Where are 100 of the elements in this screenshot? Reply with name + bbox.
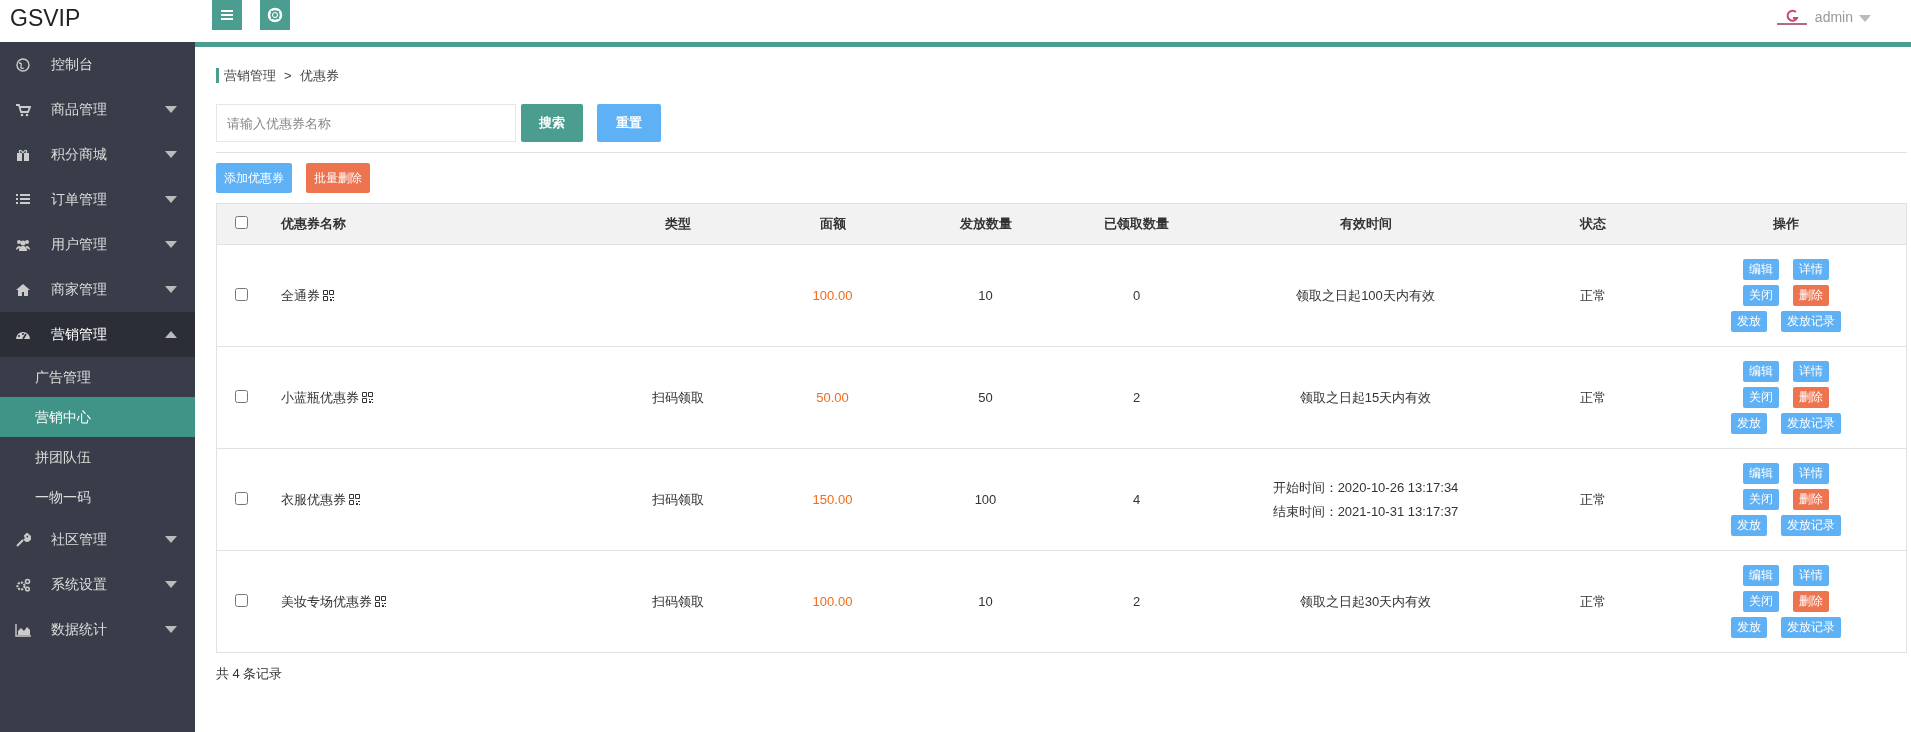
qr-code-icon[interactable] — [374, 596, 386, 607]
action-button[interactable]: 发放记录 — [1781, 413, 1842, 434]
reset-button[interactable]: 重置 — [597, 104, 661, 142]
sidebar-item[interactable]: 商品管理 — [0, 87, 195, 132]
column-header: 发放数量 — [959, 216, 1012, 231]
breadcrumb-item[interactable]: 优惠券 — [299, 66, 339, 85]
action-button[interactable]: 编辑 — [1743, 259, 1780, 280]
action-button[interactable]: 详情 — [1793, 565, 1830, 586]
sidebar-item[interactable]: 营销管理 — [0, 312, 195, 357]
coupon-name: 美妆专场优惠券 — [280, 592, 372, 611]
action-button[interactable]: 关闭 — [1743, 285, 1780, 306]
table-cell: 0 — [1132, 288, 1141, 303]
caret-icon — [165, 286, 177, 293]
qr-code-icon[interactable] — [348, 494, 360, 505]
sidebar-item[interactable]: 用户管理 — [0, 222, 195, 267]
sidebar-item[interactable]: 商家管理 — [0, 267, 195, 312]
validity-text: 领取之日起15天内有效 — [1299, 388, 1432, 407]
amount-text: 100.00 — [812, 288, 853, 303]
search-button[interactable]: 搜索 — [521, 104, 583, 142]
area-chart-icon — [15, 621, 31, 638]
menu-icon — [221, 10, 233, 20]
caret-icon — [1859, 15, 1871, 22]
row-checkbox[interactable] — [234, 287, 248, 301]
table-cell: 4 — [1132, 492, 1141, 507]
breadcrumb-separator: > — [284, 68, 292, 83]
table-cell: 2 — [1132, 390, 1141, 405]
globe-icon — [15, 56, 31, 73]
sidebar-item[interactable]: 控制台 — [0, 42, 195, 87]
caret-icon — [165, 581, 177, 588]
action-button[interactable]: 关闭 — [1743, 591, 1780, 612]
sidebar-subitem[interactable]: 一物一码 — [0, 477, 195, 517]
add-coupon-button[interactable]: 添加优惠券 — [216, 163, 292, 193]
action-button[interactable]: 发放记录 — [1781, 311, 1842, 332]
action-button[interactable]: 发放 — [1731, 413, 1768, 434]
action-button[interactable]: 编辑 — [1743, 361, 1780, 382]
table-cell: 2 — [1132, 594, 1141, 609]
table-cell: 扫码领取 — [651, 491, 704, 507]
gears-icon — [15, 576, 31, 593]
caret-icon — [165, 106, 177, 113]
status-text: 正常 — [1579, 389, 1606, 405]
table-cell: 10 — [978, 594, 993, 609]
cart-icon — [15, 101, 31, 118]
caret-icon — [165, 536, 177, 543]
qr-code-icon[interactable] — [361, 392, 373, 403]
help-button[interactable] — [260, 0, 290, 30]
action-button[interactable]: 发放 — [1731, 617, 1768, 638]
sidebar-subitem[interactable]: 拼团队伍 — [0, 437, 195, 477]
row-checkbox[interactable] — [234, 593, 248, 607]
status-text: 正常 — [1579, 287, 1606, 303]
delete-button[interactable]: 删除 — [1793, 489, 1830, 510]
column-header: 面额 — [819, 216, 846, 231]
sidebar-subitem[interactable]: 营销中心 — [0, 397, 195, 437]
validity-text: 开始时间：2020-10-26 13:17:34 — [1272, 478, 1459, 497]
search-field[interactable]: 请输入优惠券名称 — [216, 104, 516, 142]
validity-text: 结束时间：2021-10-31 13:17:37 — [1272, 502, 1459, 521]
breadcrumb-item[interactable]: 营销管理 — [224, 66, 276, 85]
lifebuoy-icon — [267, 7, 283, 23]
delete-button[interactable]: 删除 — [1793, 591, 1830, 612]
amount-text: 50.00 — [816, 390, 849, 405]
action-button[interactable]: 详情 — [1793, 463, 1830, 484]
column-header: 操作 — [1773, 216, 1800, 231]
select-all-checkbox[interactable] — [234, 216, 248, 229]
action-button[interactable]: 发放记录 — [1781, 617, 1842, 638]
sidebar-item[interactable]: 订单管理 — [0, 177, 195, 222]
table-cell: 50 — [978, 390, 993, 405]
table-cell: 10 — [978, 288, 993, 303]
row-checkbox[interactable] — [234, 491, 248, 505]
record-count: 共 4 条记录 — [216, 665, 284, 683]
action-button[interactable]: 发放 — [1731, 515, 1768, 536]
status-text: 正常 — [1579, 491, 1606, 507]
row-checkbox[interactable] — [234, 389, 248, 403]
action-button[interactable]: 详情 — [1793, 259, 1830, 280]
column-header: 类型 — [664, 216, 691, 231]
batch-delete-button[interactable]: 批量删除 — [306, 163, 370, 193]
sidebar-item[interactable]: 数据统计 — [0, 607, 195, 652]
action-button[interactable]: 关闭 — [1743, 387, 1780, 408]
column-header: 有效时间 — [1339, 216, 1392, 231]
action-button[interactable]: 发放 — [1731, 311, 1768, 332]
action-button[interactable]: 编辑 — [1743, 565, 1780, 586]
sidebar-item[interactable]: 积分商城 — [0, 132, 195, 177]
delete-button[interactable]: 删除 — [1793, 387, 1830, 408]
caret-icon — [165, 196, 177, 203]
action-button[interactable]: 发放记录 — [1781, 515, 1842, 536]
table-cell: 扫码领取 — [651, 593, 704, 609]
amount-text: 150.00 — [812, 492, 853, 507]
user-name[interactable]: admin — [1814, 9, 1853, 25]
action-button[interactable]: 详情 — [1793, 361, 1830, 382]
column-header: 优惠券名称 — [280, 216, 346, 231]
column-header: 状态 — [1579, 216, 1606, 231]
status-text: 正常 — [1579, 593, 1606, 609]
sidebar-item[interactable]: 系统设置 — [0, 562, 195, 607]
validity-text: 领取之日起100天内有效 — [1296, 286, 1435, 305]
action-button[interactable]: 关闭 — [1743, 489, 1780, 510]
menu-button[interactable] — [212, 0, 242, 30]
sidebar-item[interactable]: 社区管理 — [0, 517, 195, 562]
table-cell: 100 — [974, 492, 997, 507]
qr-code-icon[interactable] — [322, 290, 334, 301]
sidebar-subitem[interactable]: 广告管理 — [0, 357, 195, 397]
delete-button[interactable]: 删除 — [1793, 285, 1830, 306]
action-button[interactable]: 编辑 — [1743, 463, 1780, 484]
